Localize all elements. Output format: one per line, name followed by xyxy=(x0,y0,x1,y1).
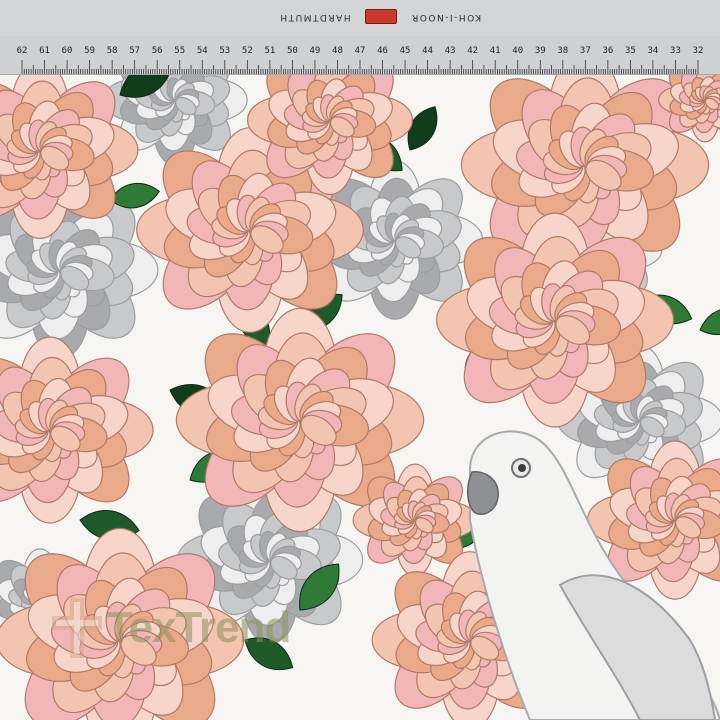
ruler-tick-label: 60 xyxy=(62,46,73,56)
brand-logo-icon xyxy=(364,9,397,25)
ruler-tick-label: 47 xyxy=(355,46,366,56)
ruler-tick-label: 49 xyxy=(310,46,321,56)
measuring-ruler: 62 61 60 59 58 57 56 55 54 53 52 51 50 49 48 47 46 45 44 43… xyxy=(0,0,720,75)
ruler-tick-label: 55 xyxy=(174,46,185,56)
ruler-tick-label: 59 xyxy=(84,46,95,56)
ruler-tick-label: 45 xyxy=(400,46,411,56)
ruler-tick-label: 57 xyxy=(129,46,140,56)
ruler-tick-label: 54 xyxy=(197,46,208,56)
ruler-tick-label: 43 xyxy=(445,46,456,56)
ruler-tick-label: 33 xyxy=(670,46,681,56)
ruler-tick-label: 36 xyxy=(602,46,613,56)
ruler-tick-label: 35 xyxy=(625,46,636,56)
cross-logo-icon xyxy=(52,598,102,658)
ruler-tick-label: 32 xyxy=(693,46,704,56)
ruler-tick-label: 52 xyxy=(242,46,253,56)
ruler-tick-label: 41 xyxy=(490,46,501,56)
ruler-tick-label: 38 xyxy=(557,46,568,56)
ruler-brand-right: HARDTMUTH xyxy=(278,12,351,22)
ruler-tick-label: 34 xyxy=(648,46,659,56)
ruler-brand-left: KOH-I-NOOR xyxy=(410,12,482,22)
ruler-tick-label: 51 xyxy=(264,46,275,56)
ruler-tick-label: 39 xyxy=(535,46,546,56)
ruler-tick-label: 42 xyxy=(467,46,478,56)
pink-peony xyxy=(435,212,675,428)
ruler-tick-label: 48 xyxy=(332,46,343,56)
ruler-tick-label: 56 xyxy=(152,46,163,56)
ruler-tick-label: 53 xyxy=(219,46,230,56)
ruler-tick-label: 40 xyxy=(512,46,523,56)
ruler-tick-label: 58 xyxy=(107,46,118,56)
ruler-tick-label: 61 xyxy=(39,46,50,56)
ruler-tick-label: 44 xyxy=(422,46,433,56)
ruler-tick-label: 50 xyxy=(287,46,298,56)
ruler-tick-label: 62 xyxy=(17,46,28,56)
watermark-logo-text: TexTrend xyxy=(106,603,291,652)
watermark: TexTrend xyxy=(52,598,291,658)
ruler-tick-label: 37 xyxy=(580,46,591,56)
ruler-brand: KOH-I-NOOR HARDTMUTH xyxy=(170,5,590,29)
cockatoo-pupil xyxy=(518,464,526,472)
ruler-tick-label: 46 xyxy=(377,46,388,56)
